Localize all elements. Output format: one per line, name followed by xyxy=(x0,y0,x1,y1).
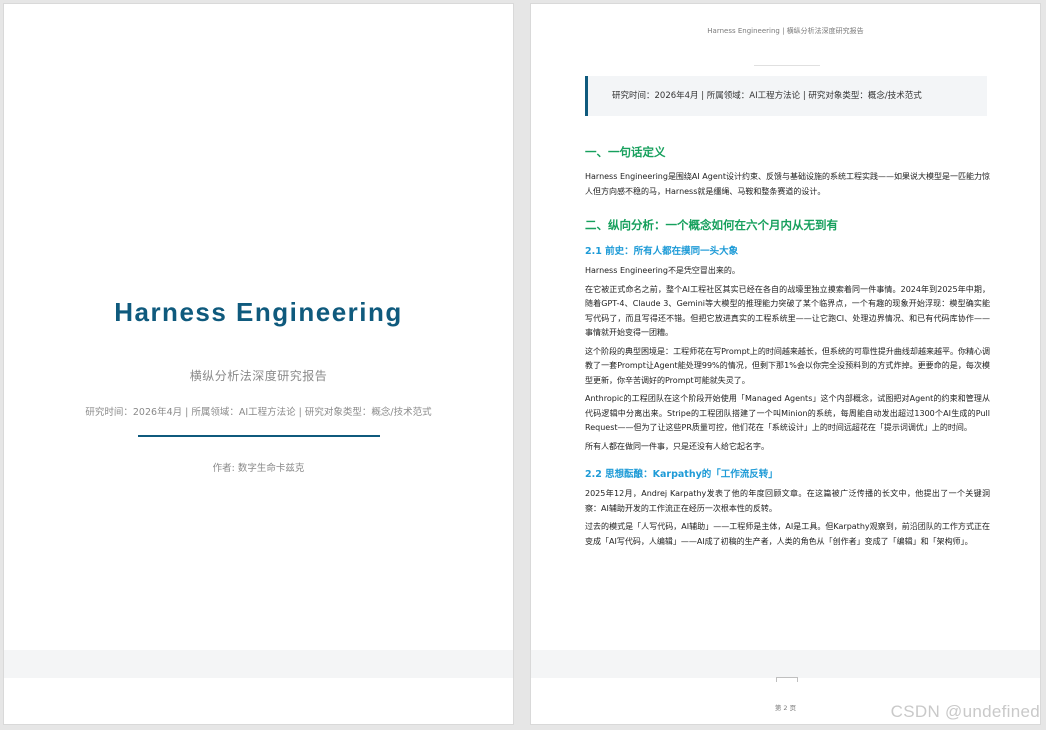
paragraph: 过去的模式是「人写代码，AI辅助」——工程师是主体，AI是工具。但Karpath… xyxy=(585,522,990,546)
subsection-heading-workflow-inversion: 2.2 思想酝酿：Karpathy的「工作流反转」 xyxy=(585,469,778,480)
cover-title: Harness Engineering xyxy=(114,297,403,327)
cover-page: Harness Engineering 横纵分析法深度研究报告 研究时间：202… xyxy=(3,3,514,725)
paragraph: 2025年12月，Andrej Karpathy发表了他的年度回顾文章。在这篇被… xyxy=(585,489,990,513)
running-header: Harness Engineering | 横纵分析法深度研究报告 xyxy=(707,27,864,35)
page-body: 一、一句话定义 Harness Engineering是围绕AI Agent设计… xyxy=(585,132,990,553)
subsection-heading-prehistory: 2.1 前史：所有人都在摸同一头大象 xyxy=(585,246,739,257)
paragraph: 这个阶段的典型困境是：工程师花在写Prompt上的时间越来越长，但系统的可靠性提… xyxy=(585,346,990,385)
cover-divider xyxy=(138,435,380,437)
page-tab-marker xyxy=(776,677,798,682)
cover-subtitle: 横纵分析法深度研究报告 xyxy=(189,369,328,383)
meta-callout: 研究时间：2026年4月 | 所属领域：AI工程方法论 | 研究对象类型：概念/… xyxy=(585,76,987,116)
paragraph: 所有人都在做同一件事，只是还没有人给它起名字。 xyxy=(585,441,769,451)
header-divider xyxy=(754,65,820,66)
cover-author: 作者: 数字生命卡兹克 xyxy=(212,463,305,474)
section-heading-vertical-analysis: 二、纵向分析：一个概念如何在六个月内从无到有 xyxy=(585,218,838,232)
page-footer-band xyxy=(4,650,513,678)
page-footer-band xyxy=(531,650,1040,678)
paragraph: Harness Engineering是围绕AI Agent设计约束、反馈与基础… xyxy=(585,172,990,196)
content-page: Harness Engineering | 横纵分析法深度研究报告 研究时间：2… xyxy=(530,3,1041,725)
csdn-watermark: CSDN @undefined xyxy=(890,702,1040,721)
cover-meta: 研究时间：2026年4月 | 所属领域：AI工程方法论 | 研究对象类型：概念/… xyxy=(85,407,432,418)
paragraph: Harness Engineering不是凭空冒出来的。 xyxy=(585,266,740,275)
paragraph: 在它被正式命名之前，整个AI工程社区其实已经在各自的战壕里独立摸索着同一件事情。… xyxy=(585,284,990,338)
paragraph: Anthropic的工程团队在这个阶段开始使用「Managed Agents」这… xyxy=(585,394,990,432)
section-heading-definition: 一、一句话定义 xyxy=(585,145,666,159)
